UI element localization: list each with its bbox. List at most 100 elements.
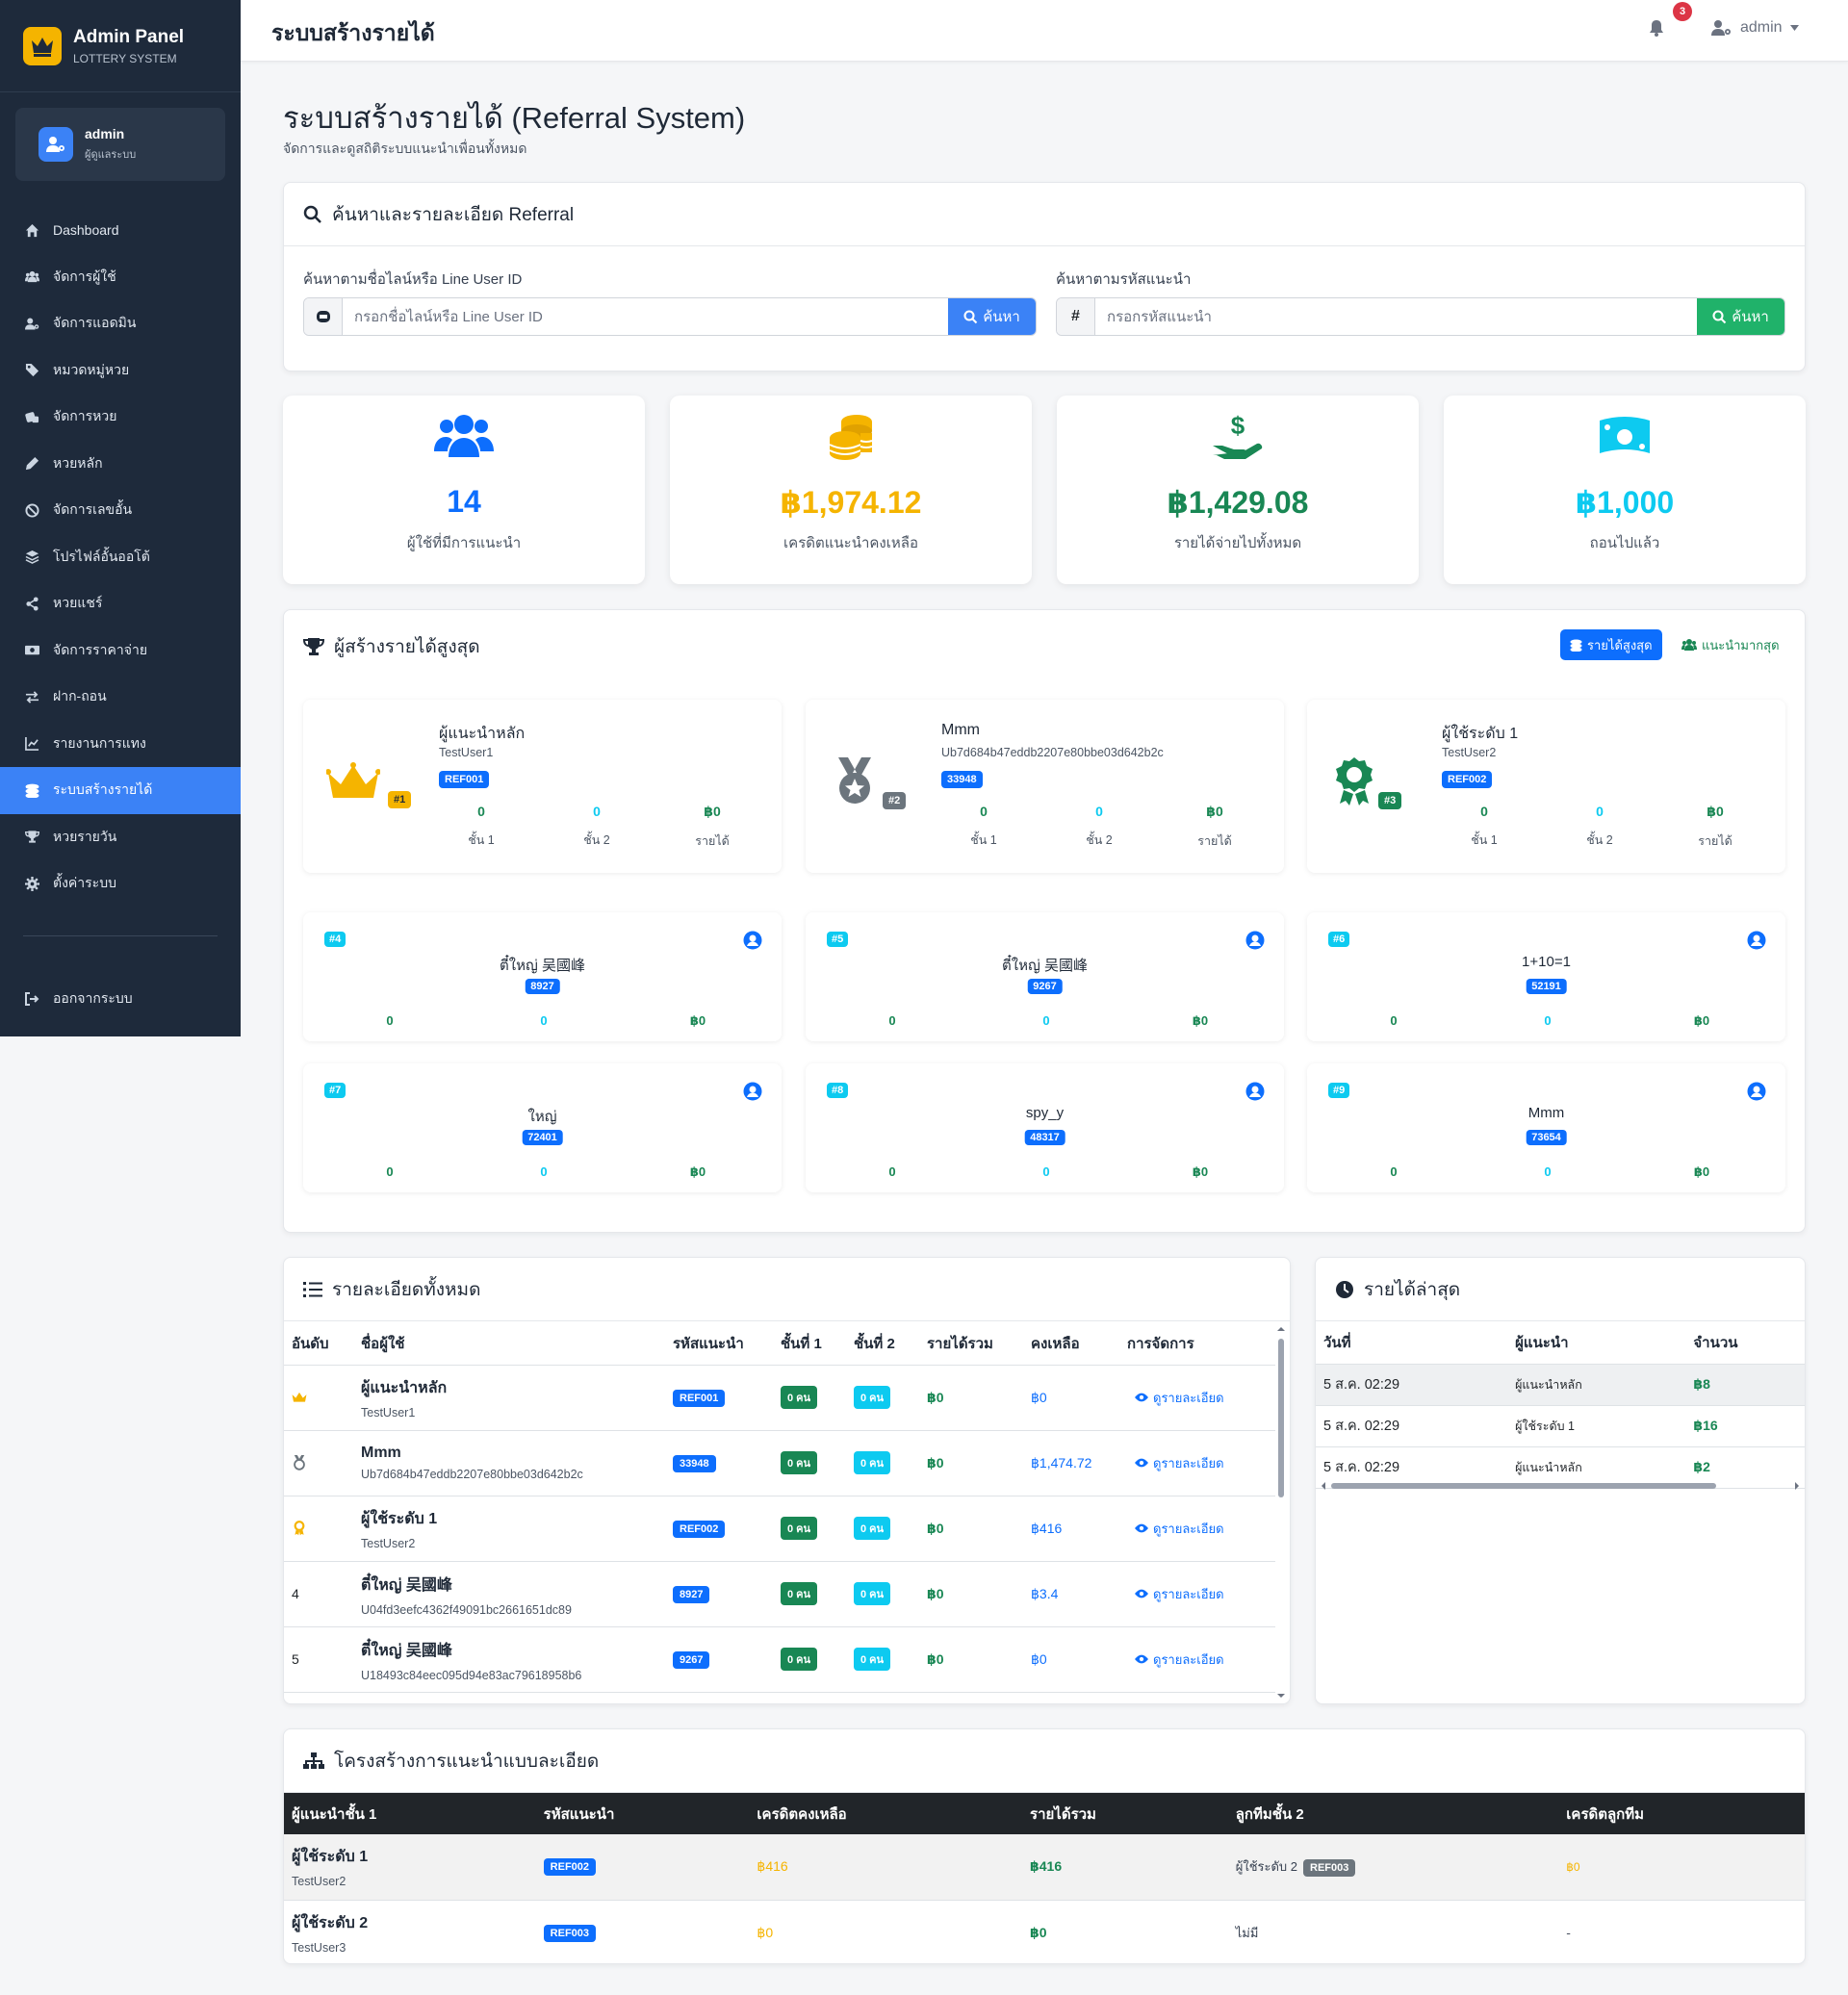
view-details-link[interactable]: ดูรายละเอียด bbox=[1135, 1388, 1268, 1408]
view-details-link[interactable]: ดูรายละเอียด bbox=[1135, 1453, 1268, 1473]
podium-name: ผู้ใช้ระดับ 1 bbox=[1442, 726, 1519, 742]
earner-l2: 0 bbox=[1544, 1013, 1552, 1028]
referral-code-badge: REF002 bbox=[673, 1520, 726, 1538]
rank-badge: #1 bbox=[388, 791, 412, 808]
podium-stat-l2: 0 ชั้น 2 bbox=[1556, 804, 1643, 850]
code-search-button[interactable]: ค้นหา bbox=[1697, 298, 1784, 335]
earner-income: ฿0 bbox=[1192, 1013, 1209, 1028]
user-circle-icon[interactable] bbox=[743, 1082, 762, 1101]
eye-icon bbox=[1135, 1456, 1153, 1470]
rank-badge: #4 bbox=[324, 932, 346, 947]
user-menu[interactable]: admin bbox=[1711, 19, 1799, 37]
user-name: ผู้แนะนำหลัก bbox=[361, 1379, 448, 1396]
user-circle-icon[interactable] bbox=[1747, 1082, 1766, 1101]
sidebar-item-pen[interactable]: หวยหลัก bbox=[0, 441, 241, 488]
stat-value: ฿0 bbox=[704, 804, 721, 819]
user-circle-icon[interactable] bbox=[1245, 931, 1265, 950]
stat-label: รายได้ bbox=[695, 834, 730, 848]
earner-card[interactable]: #5 ตี๋ใหญ่ 吴國峰 9267 0 0 ฿0 bbox=[806, 912, 1284, 1041]
l1-count-badge: 0 คน bbox=[781, 1386, 818, 1409]
crown-icon bbox=[326, 761, 380, 804]
balance-cell: ฿0 bbox=[1023, 1626, 1119, 1693]
code-cell: 9267 bbox=[665, 1626, 773, 1693]
l2-cell: 0 คน bbox=[846, 1496, 919, 1562]
bell-icon[interactable] bbox=[1649, 19, 1664, 37]
tab-top-referrals[interactable]: แนะนำมากสุด bbox=[1672, 629, 1789, 660]
l1-count-badge: 0 คน bbox=[781, 1648, 818, 1671]
stat-value: 0 bbox=[980, 804, 988, 819]
earner-card[interactable]: #4 ตี๋ใหญ่ 吴國峰 8927 0 0 ฿0 bbox=[303, 912, 782, 1041]
view-details-link[interactable]: ดูรายละเอียด bbox=[1135, 1650, 1268, 1670]
line-search-button[interactable]: ค้นหา bbox=[948, 298, 1036, 335]
earner-card[interactable]: #6 1+10=1 52191 0 0 ฿0 bbox=[1307, 912, 1785, 1041]
earner-income: ฿0 bbox=[1693, 1013, 1710, 1028]
sidebar-item-share[interactable]: หวยแชร์ bbox=[0, 580, 241, 627]
column-header: รหัสแนะนำ bbox=[665, 1322, 773, 1366]
stat-card-referrers: 14 ผู้ใช้ที่มีการแนะนำ bbox=[283, 396, 645, 584]
sidebar-item-label: Dashboard bbox=[53, 222, 119, 239]
sidebar-item-ban[interactable]: จัดการเลขอั้น bbox=[0, 487, 241, 534]
sidebar-item-money[interactable]: จัดการราคาจ่าย bbox=[0, 627, 241, 675]
sidebar-item-user-cog[interactable]: จัดการแอดมิน bbox=[0, 300, 241, 347]
referral-code-badge: REF002 bbox=[543, 1858, 597, 1877]
search-icon bbox=[303, 205, 321, 223]
sidebar-item-exchange[interactable]: ฝาก-ถอน bbox=[0, 674, 241, 721]
sidebar-item-gear[interactable]: ตั้งค่าระบบ bbox=[0, 860, 241, 908]
view-details-link[interactable]: ดูรายละเอียด bbox=[1135, 1519, 1268, 1539]
view-details-label: ดูรายละเอียด bbox=[1153, 1521, 1224, 1536]
sidebar-item-chart-line[interactable]: รายงานการแทง bbox=[0, 721, 241, 768]
l2-cell: 0 คน bbox=[846, 1626, 919, 1693]
sidebar: Admin Panel LOTTERY SYSTEM admin ผู้ดูแล… bbox=[0, 0, 241, 1036]
user-circle-icon[interactable] bbox=[1747, 931, 1766, 950]
stat-label: ถอนไปแล้ว bbox=[1589, 535, 1660, 551]
earner-card[interactable]: #7 ใหญ่ 72401 0 0 ฿0 bbox=[303, 1063, 782, 1192]
column-header: รายได้รวม bbox=[1030, 1805, 1096, 1823]
rank-badge: #6 bbox=[1328, 932, 1350, 947]
rank-cell: 5 bbox=[284, 1626, 353, 1693]
chart-line-icon bbox=[24, 736, 39, 752]
user-cell: ผู้แนะนำหลัก TestUser1 bbox=[353, 1365, 665, 1431]
column-header: เครดิตคงเหลือ bbox=[757, 1805, 847, 1823]
sidebar-item-layers[interactable]: โปรไฟล์อั้นออโต้ bbox=[0, 534, 241, 581]
stat-value: ฿0 bbox=[1206, 804, 1223, 819]
credit-cell: ฿416 bbox=[749, 1834, 1023, 1901]
sidebar-item-dice[interactable]: จัดการหวย bbox=[0, 394, 241, 441]
sidebar-item-trophy[interactable]: หวยรายวัน bbox=[0, 814, 241, 861]
referral-code-badge: 8927 bbox=[525, 979, 560, 994]
user-card: admin ผู้ดูแลระบบ bbox=[15, 108, 225, 181]
details-scrollbar[interactable] bbox=[1276, 1325, 1286, 1701]
sidebar-item-users[interactable]: จัดการผู้ใช้ bbox=[0, 254, 241, 301]
trophy-icon bbox=[303, 638, 324, 655]
amount-cell: ฿8 bbox=[1685, 1364, 1805, 1406]
code-search-input[interactable] bbox=[1095, 298, 1697, 335]
dice-icon bbox=[24, 409, 39, 424]
sidebar-item-home[interactable]: Dashboard bbox=[0, 207, 241, 254]
earner-card[interactable]: #9 Mmm 73654 0 0 ฿0 bbox=[1307, 1063, 1785, 1192]
income-cell: ฿416 bbox=[1022, 1834, 1228, 1901]
code-cell: 33948 bbox=[665, 1430, 773, 1496]
income-cell: ฿0 bbox=[919, 1365, 1023, 1431]
user-circle-icon[interactable] bbox=[1245, 1082, 1265, 1101]
date-cell: 5 ส.ค. 02:29 bbox=[1316, 1364, 1508, 1406]
column-header: คงเหลือ bbox=[1023, 1322, 1119, 1366]
recent-scrollbar[interactable] bbox=[1320, 1481, 1801, 1491]
income-cell: ฿0 bbox=[919, 1626, 1023, 1693]
sidebar-item-tags[interactable]: หมวดหมู่หวย bbox=[0, 347, 241, 395]
sidebar-item-label: จัดการผู้ใช้ bbox=[53, 268, 116, 284]
action-cell: ดูรายละเอียด bbox=[1119, 1496, 1275, 1562]
referral-code-badge: 8927 bbox=[673, 1585, 710, 1603]
code-cell: 8927 bbox=[665, 1561, 773, 1627]
logout-link[interactable]: ออกจากระบบ bbox=[0, 976, 241, 1023]
sidebar-item-label: จัดการเลขอั้น bbox=[53, 501, 133, 518]
earner-card[interactable]: #8 spy_y 48317 0 0 ฿0 bbox=[806, 1063, 1284, 1192]
column-header: ชื่อผู้ใช้ bbox=[353, 1322, 665, 1366]
user-circle-icon[interactable] bbox=[743, 931, 762, 950]
view-details-label: ดูรายละเอียด bbox=[1153, 1651, 1224, 1667]
sidebar-item-coins[interactable]: ระบบสร้างรายได้ bbox=[0, 767, 241, 814]
column-header: เครดิตลูกทีม bbox=[1566, 1805, 1645, 1823]
view-details-link[interactable]: ดูรายละเอียด bbox=[1135, 1584, 1268, 1604]
tab-top-income[interactable]: รายได้สูงสุด bbox=[1560, 629, 1662, 660]
code-cell: REF002 bbox=[665, 1496, 773, 1562]
line-search-input[interactable] bbox=[343, 298, 948, 335]
earner-l1: 0 bbox=[386, 1013, 394, 1028]
